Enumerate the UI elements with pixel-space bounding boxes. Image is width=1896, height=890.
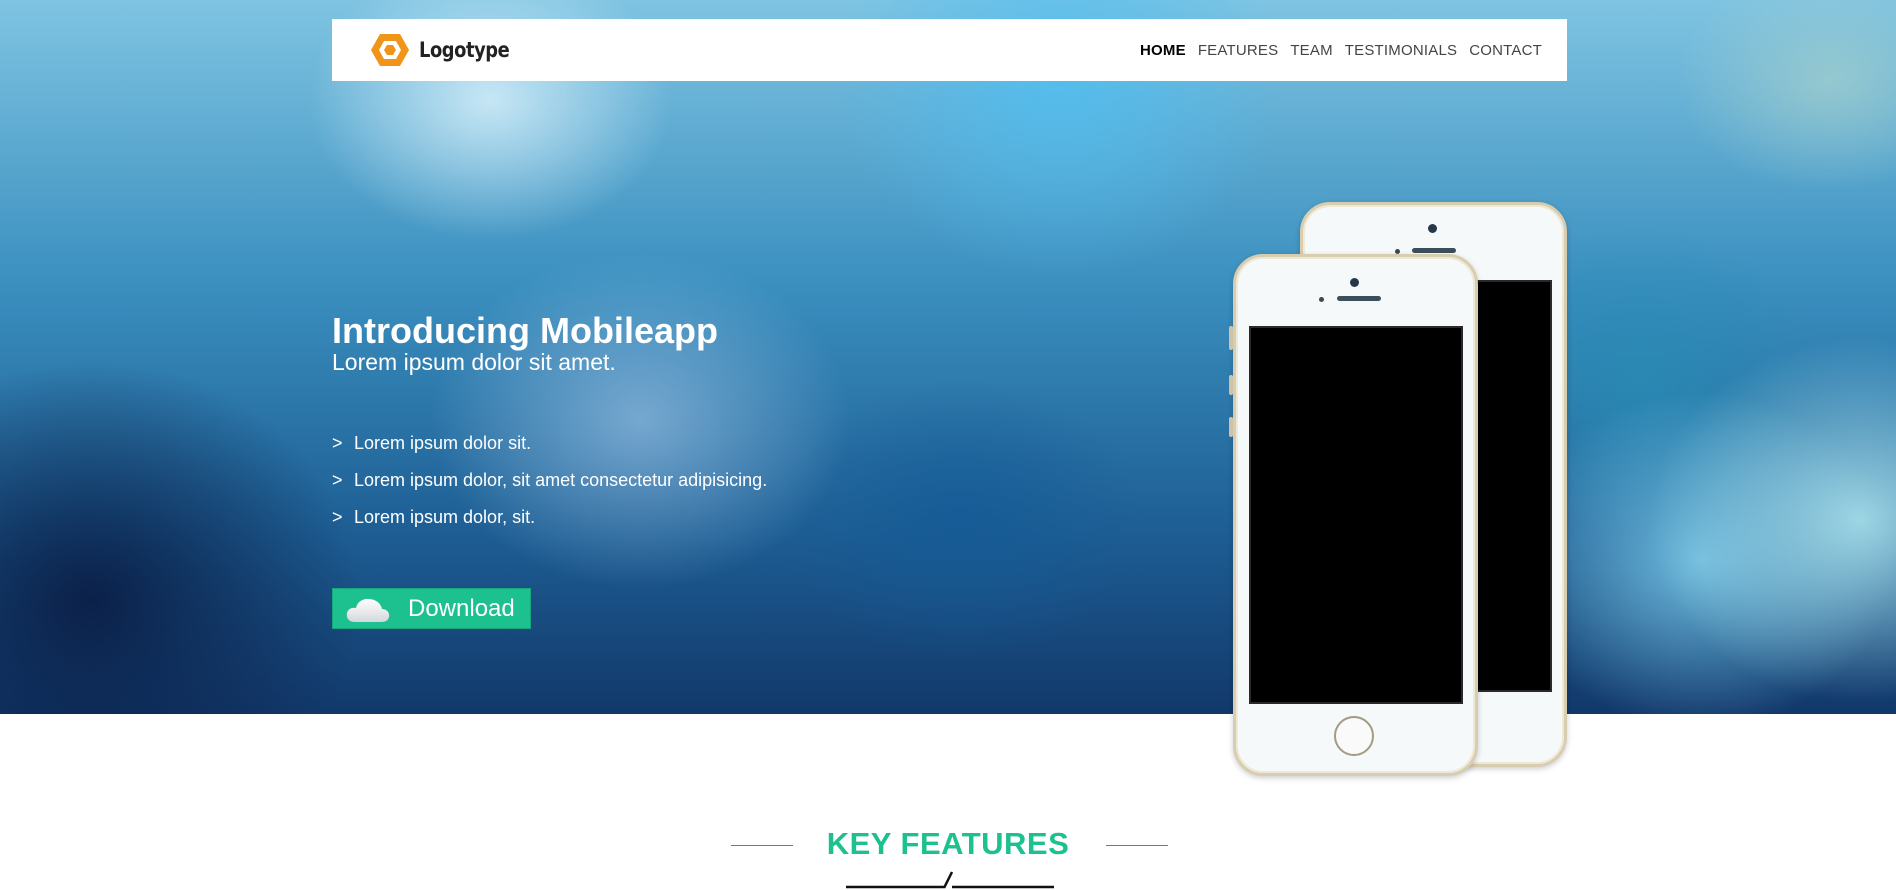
phone-side-button bbox=[1229, 326, 1233, 350]
list-item: > Lorem ipsum dolor, sit amet consectetu… bbox=[332, 467, 767, 504]
cloud-icon bbox=[346, 598, 390, 622]
speaker-icon bbox=[1412, 248, 1456, 253]
bullet-arrow-icon: > bbox=[332, 470, 343, 490]
main-nav: HOME FEATURES TEAM TESTIMONIALS CONTACT bbox=[1140, 19, 1542, 81]
camera-icon bbox=[1350, 278, 1359, 287]
home-button bbox=[1334, 716, 1374, 756]
speaker-icon bbox=[1337, 296, 1381, 301]
hero-headline: Introducing Mobileapp bbox=[332, 310, 718, 351]
download-button[interactable]: Download bbox=[332, 588, 531, 629]
hero-text: Introducing Mobileapp Lorem ipsum dolor … bbox=[332, 310, 718, 375]
navbar: Logotype HOME FEATURES TEAM TESTIMONIALS… bbox=[332, 19, 1567, 81]
brand-name: Logotype bbox=[419, 38, 510, 62]
phone-side-button bbox=[1229, 417, 1233, 437]
hero-section bbox=[0, 0, 1896, 714]
features-title: KEY FEATURES bbox=[826, 826, 1070, 861]
nav-testimonials[interactable]: TESTIMONIALS bbox=[1345, 42, 1457, 59]
title-right-rule bbox=[1106, 845, 1168, 846]
bullet-arrow-icon: > bbox=[332, 507, 343, 527]
nav-home[interactable]: HOME bbox=[1140, 42, 1186, 59]
download-label: Download bbox=[408, 595, 515, 622]
bullet-arrow-icon: > bbox=[332, 433, 343, 453]
nav-features[interactable]: FEATURES bbox=[1198, 42, 1279, 59]
divider-ornament-icon bbox=[846, 871, 1054, 889]
bullet-text: Lorem ipsum dolor, sit amet consectetur … bbox=[354, 470, 768, 490]
nav-contact[interactable]: CONTACT bbox=[1469, 42, 1542, 59]
phone-side-button bbox=[1229, 375, 1233, 395]
list-item: > Lorem ipsum dolor, sit. bbox=[332, 504, 767, 541]
hero-bullet-list: > Lorem ipsum dolor sit. > Lorem ipsum d… bbox=[332, 430, 767, 541]
nav-team[interactable]: TEAM bbox=[1290, 42, 1332, 59]
bullet-text: Lorem ipsum dolor sit. bbox=[354, 433, 532, 453]
phone-screen bbox=[1475, 280, 1552, 692]
brand-logo[interactable]: Logotype bbox=[370, 32, 525, 68]
bullet-text: Lorem ipsum dolor, sit. bbox=[354, 507, 536, 527]
camera-icon bbox=[1428, 224, 1437, 233]
logo-hexagon-icon bbox=[371, 34, 409, 66]
list-item: > Lorem ipsum dolor sit. bbox=[332, 430, 767, 467]
hero-subheadline: Lorem ipsum dolor sit amet. bbox=[332, 349, 616, 375]
sensor-icon bbox=[1319, 297, 1324, 302]
phone-mockup-front bbox=[1229, 254, 1478, 776]
phone-screen bbox=[1249, 326, 1463, 704]
